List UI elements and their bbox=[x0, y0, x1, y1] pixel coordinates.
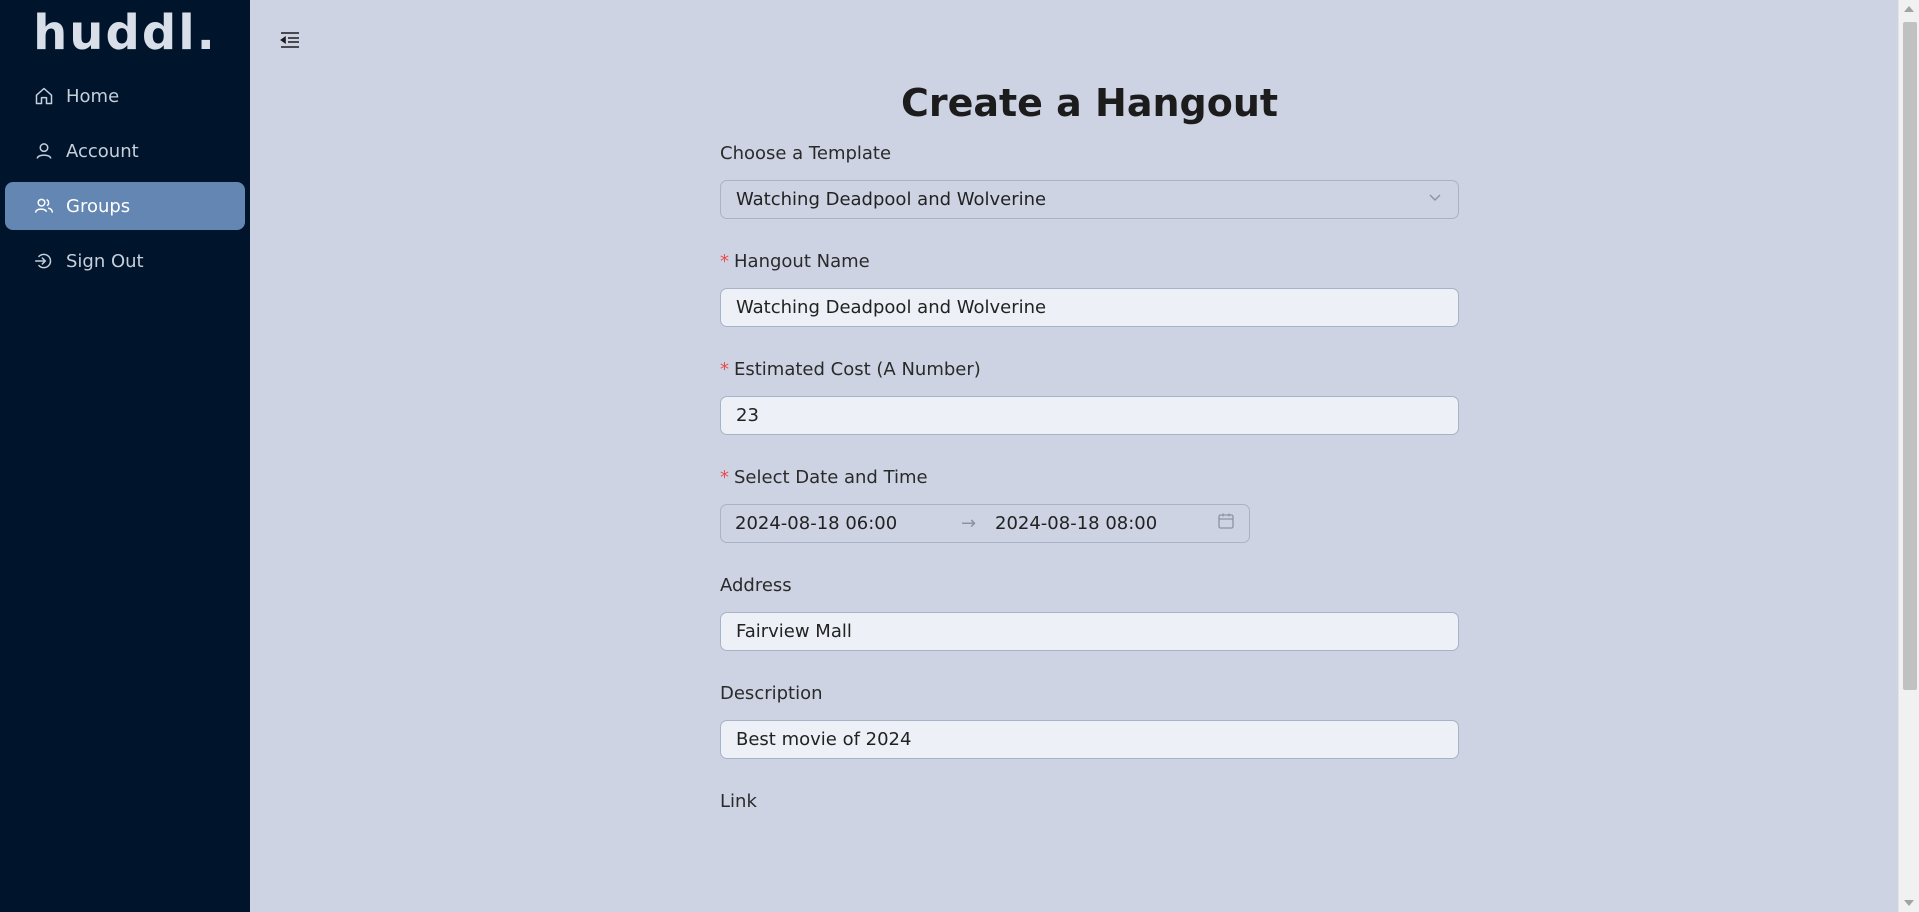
users-icon bbox=[34, 196, 54, 216]
sidebar-item-label: Home bbox=[66, 85, 120, 107]
menu-fold-icon bbox=[280, 32, 299, 48]
sidebar: huddl. Home Account Groups Sign Out bbox=[0, 0, 250, 912]
datetime-label: * Select Date and Time bbox=[720, 466, 1459, 490]
hangout-name-field: * Hangout Name Watching Deadpool and Wol… bbox=[720, 250, 1459, 327]
calendar-icon[interactable] bbox=[1217, 512, 1235, 535]
sidebar-item-label: Sign Out bbox=[66, 250, 144, 272]
description-field: Description Best movie of 2024 bbox=[720, 682, 1459, 759]
start-datetime-input[interactable]: 2024-08-18 06:00 bbox=[735, 513, 961, 534]
main-content: Create a Hangout Choose a Template Watch… bbox=[250, 0, 1919, 912]
datetime-range-picker[interactable]: 2024-08-18 06:00 → 2024-08-18 08:00 bbox=[720, 504, 1250, 543]
app-root: huddl. Home Account Groups Sign Out Crea… bbox=[0, 0, 1919, 912]
hangout-name-input[interactable]: Watching Deadpool and Wolverine bbox=[720, 288, 1459, 327]
home-icon bbox=[34, 86, 54, 106]
range-separator-arrow: → bbox=[961, 513, 977, 534]
sidebar-item-label: Groups bbox=[66, 195, 131, 217]
cost-field: * Estimated Cost (A Number) 23 bbox=[720, 358, 1459, 435]
end-datetime-input[interactable]: 2024-08-18 08:00 bbox=[995, 513, 1217, 534]
description-label-text: Description bbox=[720, 683, 823, 704]
cost-label-text: Estimated Cost (A Number) bbox=[734, 359, 981, 380]
scroll-down-arrow-icon[interactable] bbox=[1904, 900, 1914, 906]
address-label-text: Address bbox=[720, 575, 792, 596]
template-field: Choose a Template Watching Deadpool and … bbox=[720, 142, 1459, 219]
hangout-form: Create a Hangout Choose a Template Watch… bbox=[720, 78, 1459, 845]
sign-out-icon bbox=[34, 251, 54, 271]
template-select[interactable]: Watching Deadpool and Wolverine bbox=[720, 180, 1459, 219]
page-scrollbar[interactable] bbox=[1898, 0, 1919, 912]
address-field: Address Fairview Mall bbox=[720, 574, 1459, 651]
description-input[interactable]: Best movie of 2024 bbox=[720, 720, 1459, 759]
scroll-up-arrow-icon[interactable] bbox=[1904, 6, 1914, 12]
brand-logo[interactable]: huddl. bbox=[0, 0, 250, 72]
cost-input[interactable]: 23 bbox=[720, 396, 1459, 435]
sidebar-item-home[interactable]: Home bbox=[5, 72, 245, 120]
template-label-text: Choose a Template bbox=[720, 143, 892, 164]
address-input[interactable]: Fairview Mall bbox=[720, 612, 1459, 651]
link-label-text: Link bbox=[720, 791, 757, 812]
page-title: Create a Hangout bbox=[900, 81, 1279, 125]
cost-label: * Estimated Cost (A Number) bbox=[720, 358, 1459, 382]
sidebar-item-account[interactable]: Account bbox=[5, 127, 245, 175]
template-select-value: Watching Deadpool and Wolverine bbox=[736, 189, 1047, 210]
required-mark: * bbox=[720, 359, 729, 380]
menu-fold-button[interactable] bbox=[276, 28, 304, 52]
description-label: Description bbox=[720, 682, 1459, 706]
required-mark: * bbox=[720, 467, 729, 488]
scroll-thumb[interactable] bbox=[1903, 22, 1917, 690]
hangout-name-label: * Hangout Name bbox=[720, 250, 1459, 274]
sidebar-item-sign-out[interactable]: Sign Out bbox=[5, 237, 245, 285]
sidebar-item-label: Account bbox=[66, 140, 139, 162]
link-label: Link bbox=[720, 790, 1459, 814]
user-icon bbox=[34, 141, 54, 161]
address-label: Address bbox=[720, 574, 1459, 598]
datetime-field: * Select Date and Time 2024-08-18 06:00 … bbox=[720, 466, 1459, 543]
required-mark: * bbox=[720, 251, 729, 272]
hangout-name-label-text: Hangout Name bbox=[734, 251, 870, 272]
sidebar-item-groups[interactable]: Groups bbox=[5, 182, 245, 230]
datetime-label-text: Select Date and Time bbox=[734, 467, 928, 488]
link-field: Link bbox=[720, 790, 1459, 814]
template-label: Choose a Template bbox=[720, 142, 1459, 166]
sidebar-nav: Home Account Groups Sign Out bbox=[0, 72, 250, 285]
chevron-down-icon bbox=[1427, 189, 1443, 210]
